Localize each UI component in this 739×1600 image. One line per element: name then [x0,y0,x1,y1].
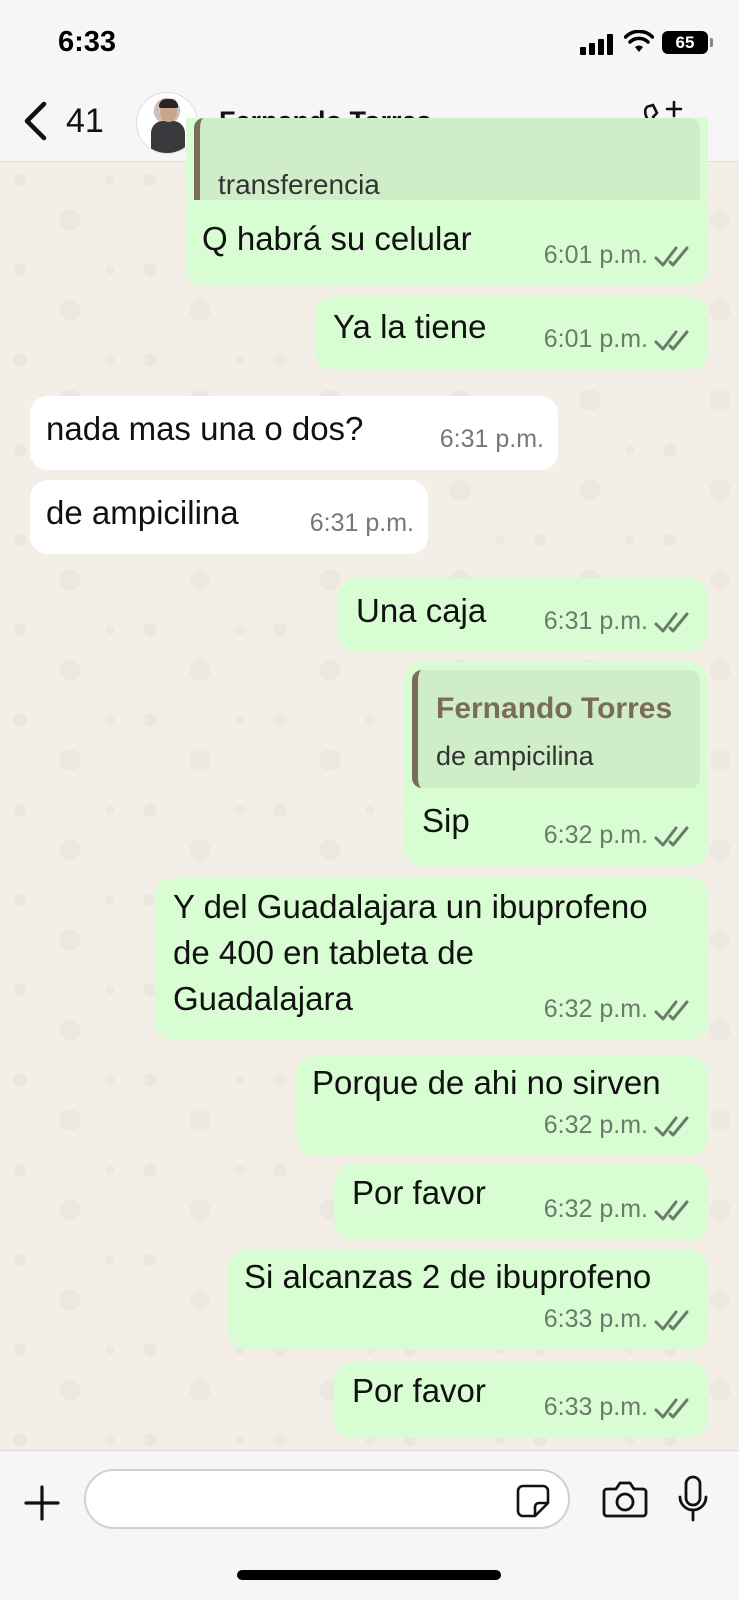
plus-icon[interactable] [22,1483,62,1523]
message-bubble[interactable]: Q habrá su celular 6:01 p.m. [186,200,708,286]
quoted-message[interactable]: Fernando Torres de ampicilina [412,670,700,788]
message-bubble[interactable]: de ampicilina 6:31 p.m. [30,480,428,554]
message-bubble[interactable]: Por favor 6:32 p.m. [334,1164,708,1240]
cellular-signal-icon [580,33,614,55]
mic-icon[interactable] [676,1475,710,1523]
double-check-icon [654,246,689,266]
sticker-icon[interactable] [515,1483,551,1519]
battery-indicator: 65 [662,31,713,54]
home-indicator [237,1570,501,1580]
status-bar: 6:33 65 [0,0,739,84]
double-check-icon [654,826,689,846]
message-bubble[interactable]: Una caja 6:31 p.m. [338,578,708,652]
double-check-icon [654,330,689,350]
double-check-icon [654,1398,689,1418]
message-bubble[interactable]: nada mas una o dos? 6:31 p.m. [30,396,558,470]
message-bubble[interactable]: Y del Guadalajara un ibuprofeno de 400 e… [155,878,708,1040]
double-check-icon [654,1200,689,1220]
unread-count[interactable]: 41 [66,102,104,141]
status-time: 6:33 [58,26,117,58]
message-bubble[interactable]: Ya la tiene 6:01 p.m. [315,296,708,370]
back-chevron-icon[interactable] [20,101,52,141]
message-input[interactable] [84,1469,570,1529]
double-check-icon [654,1000,689,1020]
double-check-icon [654,1116,689,1136]
message-bubble[interactable]: Porque de ahi no sirven 6:32 p.m. [296,1056,708,1156]
message-bubble[interactable]: Si alcanzas 2 de ibuprofeno 6:33 p.m. [228,1250,708,1350]
message-bubble[interactable]: transferencia [186,118,708,210]
message-bubble[interactable]: Fernando Torres de ampicilina Sip 6:32 p… [404,662,708,866]
double-check-icon [654,612,689,632]
wifi-icon [624,30,654,52]
camera-icon[interactable] [602,1479,648,1519]
message-bubble[interactable]: Por favor 6:33 p.m. [334,1362,708,1438]
double-check-icon [654,1310,689,1330]
quoted-message[interactable]: transferencia [194,118,700,210]
